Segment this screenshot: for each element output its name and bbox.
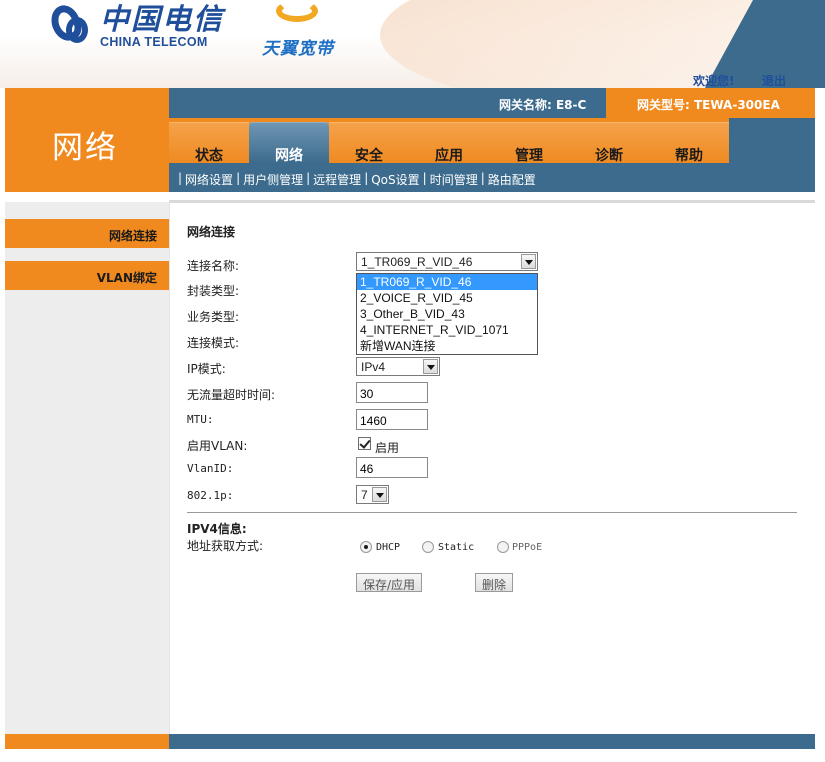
label-mtu: MTU: [187,413,214,426]
subnav-network-settings[interactable]: 网络设置 [183,171,235,188]
dropdown-option[interactable]: 1_TR069_R_VID_46 [357,274,537,290]
gateway-model-box: 网关型号: TEWA-300EA [606,88,815,118]
mtu-input[interactable] [356,409,428,430]
conn-name-select[interactable]: 1_TR069_R_VID_46 [356,252,538,271]
page-title: 网络 [52,130,118,166]
tianyi-broadband-logo: 天翼宽带 [262,0,352,60]
logo-english-text: CHINA TELECOM [100,35,208,49]
label-encap-type: 封装类型: [187,284,240,298]
footer-left [5,734,169,749]
label-dot1p: 802.1p: [187,489,234,502]
sidebar-item-vlan-binding[interactable]: VLAN绑定 [5,261,169,290]
radio-pppoe-label: PPPoE [512,542,543,553]
subnav-remote-mgmt[interactable]: 远程管理 [311,171,363,188]
enable-vlan-text: 启用 [375,441,400,455]
tab-management[interactable]: 管理 [489,122,569,164]
dot1p-value: 7 [361,488,368,502]
main-content: 网络连接 连接名称: 1_TR069_R_VID_46 1_TR069_R_VI… [169,200,815,734]
tab-network[interactable]: 网络 [249,122,329,164]
enable-vlan-checkbox[interactable] [358,437,371,450]
header: 中国电信 CHINA TELECOM 天翼宽带 欢迎您! 退出 [0,0,825,88]
dropdown-option[interactable]: 新增WAN连接 [357,338,537,354]
idle-timeout-input[interactable] [356,382,428,403]
conn-name-dropdown-list: 1_TR069_R_VID_46 2_VOICE_R_VID_45 3_Othe… [356,273,538,355]
radio-pppoe[interactable] [497,541,509,553]
vlan-id-input[interactable] [356,457,428,478]
subnav-route-config[interactable]: 路由配置 [486,171,538,188]
label-conn-mode: 连接模式: [187,336,240,350]
conn-name-value: 1_TR069_R_VID_46 [361,255,473,269]
label-idle-timeout: 无流量超时时间: [187,388,276,402]
chevron-down-icon[interactable] [521,254,536,269]
dropdown-option[interactable]: 2_VOICE_R_VID_45 [357,290,537,306]
delete-button[interactable]: 删除 [475,573,513,592]
tab-application[interactable]: 应用 [409,122,489,164]
dot1p-select[interactable]: 7 [356,485,389,504]
dropdown-option[interactable]: 4_INTERNET_R_VID_1071 [357,322,537,338]
logo-chinese-text: 中国电信 [100,2,225,36]
subnav-user-side-mgmt[interactable]: 用户侧管理 [241,171,305,188]
subnav-time-mgmt[interactable]: 时间管理 [428,171,480,188]
label-ip-mode: IP模式: [187,362,226,376]
tab-security[interactable]: 安全 [329,122,409,164]
tab-diagnostics[interactable]: 诊断 [569,122,649,164]
section-divider [187,512,797,513]
radio-dhcp[interactable] [360,541,372,553]
chevron-down-icon[interactable] [372,487,387,502]
gateway-info-bar: 网关名称: E8-C 网关型号: TEWA-300EA [169,88,815,118]
ip-mode-value: IPv4 [361,360,386,374]
label-enable-vlan: 启用VLAN: [187,439,248,453]
welcome-text: 欢迎您! [693,74,735,88]
label-addr-mode-text: 地址获取方式: [187,539,264,553]
save-apply-button[interactable]: 保存/应用 [356,573,422,592]
sub-nav: | 网络设置 | 用户侧管理 | 远程管理 | QoS设置 | 时间管理 | 路… [169,163,815,192]
radio-static[interactable] [422,541,434,553]
sub-brand-text: 天翼宽带 [262,39,334,59]
footer-right [169,734,815,749]
tianyi-swirl-icon [276,0,318,22]
logout-link[interactable]: 退出 [762,72,786,88]
gateway-model: 网关型号: TEWA-300EA [637,98,780,112]
subnav-qos[interactable]: QoS设置 [369,171,421,188]
tab-status[interactable]: 状态 [169,122,249,164]
tab-help[interactable]: 帮助 [649,122,729,164]
label-conn-name: 连接名称: [187,259,240,273]
main-nav: 状态 网络 安全 应用 管理 诊断 帮助 [169,118,815,164]
china-telecom-mark-icon [46,1,94,49]
ipv4-section-title: IPV4信息: [187,522,247,536]
dropdown-option[interactable]: 3_Other_B_VID_43 [357,306,537,322]
section-title: 网络连接 [187,225,236,239]
label-vlan-id: VlanID: [187,462,234,475]
chevron-down-icon[interactable] [423,359,438,374]
ip-mode-select[interactable]: IPv4 [356,357,440,376]
gateway-name: 网关名称: E8-C [499,98,587,112]
radio-static-label: Static [438,542,475,553]
china-telecom-logo: 中国电信 CHINA TELECOM [46,1,225,49]
page-title-block: 网络 [5,88,169,192]
sidebar: 网络连接 VLAN绑定 [5,192,169,734]
nav-fill [729,118,815,163]
label-service-type: 业务类型: [187,310,240,324]
radio-dhcp-label: DHCP [376,542,401,553]
sidebar-item-network-connection[interactable]: 网络连接 [5,219,169,248]
